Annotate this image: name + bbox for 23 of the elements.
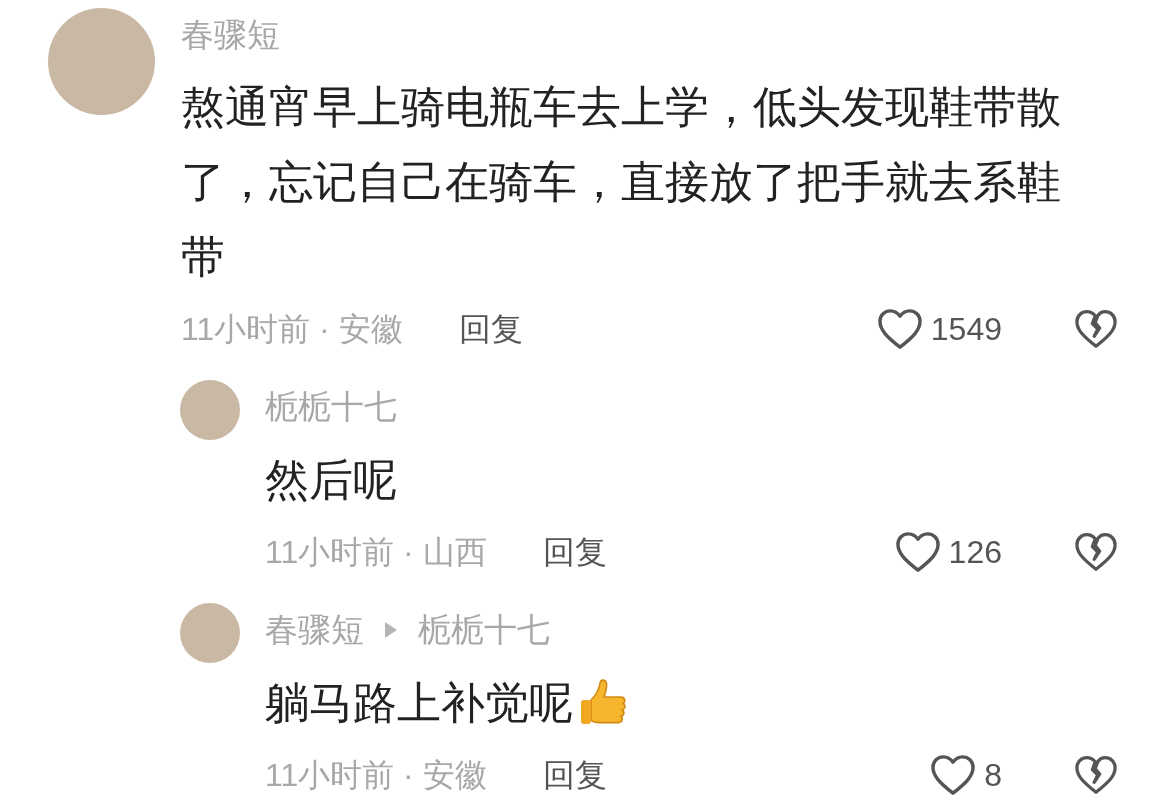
comment-text: 熬通宵早上骑电瓶车去上学，低头发现鞋带散了，忘记自己在骑车，直接放了把手就去系鞋带 — [181, 81, 1062, 283]
comment-time-location: 11小时前 · 安徽 — [265, 759, 487, 791]
comment-author-name[interactable]: 春骤短 — [181, 18, 1118, 51]
heart-icon[interactable] — [876, 308, 923, 350]
heart-icon[interactable] — [930, 754, 977, 796]
play-arrow-icon — [384, 620, 398, 639]
reply-button[interactable]: 回复 — [542, 759, 607, 791]
reply-to-name[interactable]: 栀栀十七 — [418, 613, 550, 646]
reply-button[interactable]: 回复 — [542, 536, 607, 568]
broken-heart-icon[interactable] — [1074, 755, 1118, 795]
like-count: 8 — [984, 759, 1002, 791]
reply-author-name[interactable]: 栀栀十七 — [265, 390, 397, 423]
reply-author-name[interactable]: 春骤短 — [265, 613, 364, 646]
reply-text: 然后呢 — [265, 458, 397, 502]
heart-icon[interactable] — [894, 531, 941, 573]
reply-text: 躺马路上补觉呢 — [265, 681, 573, 725]
like-count: 1549 — [930, 313, 1002, 345]
reply-button[interactable]: 回复 — [458, 313, 523, 345]
broken-heart-icon[interactable] — [1074, 309, 1118, 349]
comment-time-location: 11小时前 · 安徽 — [181, 313, 403, 345]
comment-time-location: 11小时前 · 山西 — [265, 536, 487, 568]
broken-heart-icon[interactable] — [1074, 532, 1118, 572]
like-count: 126 — [948, 536, 1002, 568]
